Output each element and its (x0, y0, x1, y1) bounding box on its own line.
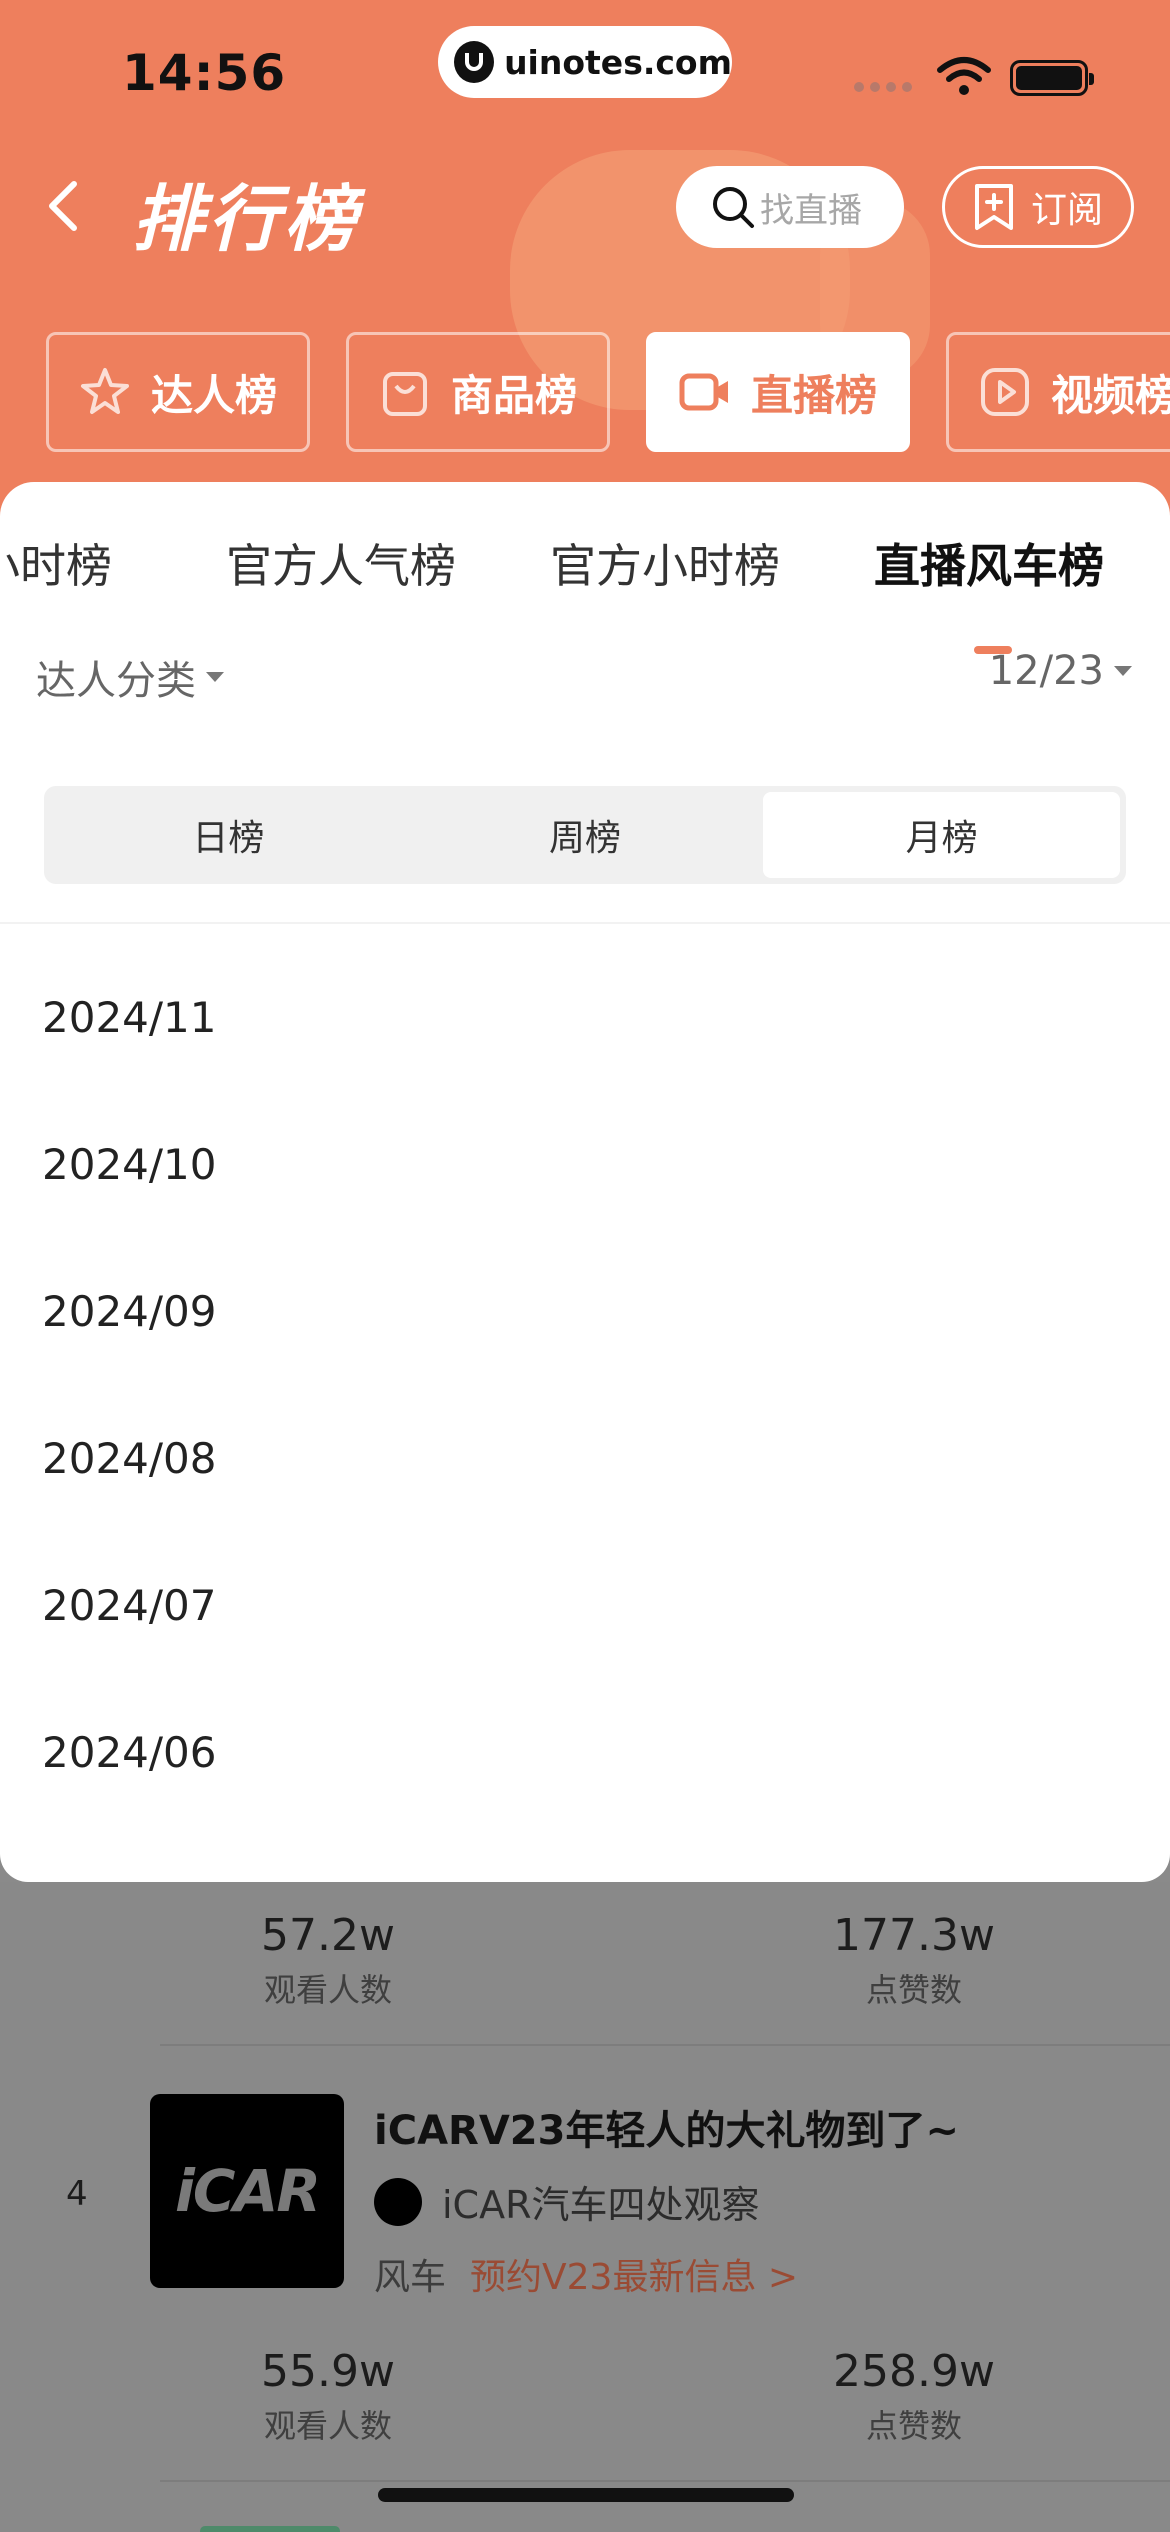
subtab-live-windmill[interactable]: 直播风车榜 (874, 530, 1104, 596)
subtab-official-popularity[interactable]: 官方人气榜 (226, 530, 456, 596)
tab-label: 视频榜 (1051, 370, 1170, 420)
month-option[interactable]: 2024/08 (0, 1385, 1170, 1532)
wifi-icon (937, 57, 991, 95)
rank-number: 4 (66, 2174, 88, 2214)
tab-products[interactable]: 商品榜 (346, 332, 610, 452)
date-picker-sheet: 小时榜 官方人气榜 官方小时榜 直播风车榜 达人分类 12/23 日榜 周榜 月… (0, 482, 1170, 1882)
live-meta: 风车 预约V23最新信息 > (374, 2248, 798, 2300)
subtab-official-hourly[interactable]: 官方小时榜 (550, 530, 780, 596)
segment-weekly[interactable]: 周榜 (407, 792, 764, 878)
month-option[interactable]: 2024/06 (0, 1679, 1170, 1826)
tab-talent[interactable]: 达人榜 (46, 332, 310, 452)
likes-stat: 258.9w 点赞数 (764, 2346, 1064, 2447)
stat-label: 观看人数 (263, 2407, 392, 2445)
author-name: iCAR汽车四处观察 (442, 2183, 760, 2227)
search-live-button[interactable]: 找直播 (676, 166, 904, 248)
subscribe-label: 订阅 (1031, 190, 1104, 231)
row-divider (160, 2044, 1170, 2046)
month-list: 2024/11 2024/10 2024/09 2024/08 2024/07 … (0, 944, 1170, 1826)
period-segmented-control: 日榜 周榜 月榜 (44, 786, 1126, 884)
subtab-hourly[interactable]: 小时榜 (0, 530, 112, 596)
caret-down-icon (1114, 666, 1132, 676)
site-name: uinotes.com (504, 42, 732, 82)
status-time: 14:56 (122, 44, 287, 102)
live-title[interactable]: iCARV23年轻人的大礼物到了~ (374, 2098, 959, 2156)
home-indicator[interactable] (378, 2488, 794, 2502)
battery-icon (1010, 60, 1094, 96)
play-icon (981, 368, 1029, 416)
month-option[interactable]: 2024/10 (0, 1091, 1170, 1238)
author-avatar (374, 2177, 422, 2226)
back-arrow-icon[interactable] (40, 176, 90, 236)
date-filter-label: 12/23 (988, 648, 1104, 694)
tab-video[interactable]: 视频榜 (946, 332, 1170, 452)
category-filter-label: 达人分类 (36, 658, 196, 704)
category-tag: 风车 (374, 2257, 447, 2298)
author-row[interactable]: iCAR汽车四处观察 (374, 2174, 760, 2229)
video-camera-icon (679, 373, 728, 411)
promo-link[interactable]: 预约V23最新信息 > (470, 2257, 798, 2298)
category-filter[interactable]: 达人分类 (36, 648, 224, 706)
shopping-bag-icon (383, 372, 427, 416)
divider (0, 922, 1170, 924)
month-option[interactable]: 2024/07 (0, 1532, 1170, 1679)
tab-label: 直播榜 (751, 370, 878, 420)
viewers-stat: 55.9w 观看人数 (178, 2346, 478, 2447)
live-thumbnail[interactable]: iCAR (150, 2094, 344, 2288)
stat-value: 258.9w (833, 2346, 995, 2397)
date-filter[interactable]: 12/23 (989, 648, 1132, 694)
next-row-peek (200, 2526, 340, 2532)
tab-label: 商品榜 (451, 370, 578, 420)
month-option[interactable]: 2024/11 (0, 944, 1170, 1091)
header: 14:56 uinotes.com 排行榜 找直播 订阅 达人榜 商品榜 直播榜… (0, 0, 1170, 520)
search-placeholder: 找直播 (760, 190, 862, 231)
main-tabs: 达人榜 商品榜 直播榜 视频榜 (0, 332, 1170, 452)
stat-value: 55.9w (261, 2346, 395, 2397)
subscribe-button[interactable]: 订阅 (942, 166, 1134, 248)
stat-value: 57.2w (261, 1910, 395, 1961)
caret-down-icon (206, 672, 224, 682)
tab-label: 达人榜 (151, 370, 278, 420)
ranking-page: 14:56 uinotes.com 排行榜 找直播 订阅 达人榜 商品榜 直播榜… (0, 0, 1170, 2532)
stat-value: 177.3w (833, 1910, 995, 1961)
row-divider (160, 2480, 1170, 2482)
stat-label: 观看人数 (263, 1971, 392, 2009)
star-icon (81, 368, 129, 414)
stat-label: 点赞数 (865, 1971, 962, 2009)
site-logo-icon (454, 41, 495, 83)
site-pill: uinotes.com (438, 26, 732, 98)
prev-likes-stat: 177.3w 点赞数 (764, 1910, 1064, 2011)
tab-live[interactable]: 直播榜 (646, 332, 910, 452)
segment-daily[interactable]: 日榜 (50, 792, 407, 878)
segment-monthly[interactable]: 月榜 (763, 792, 1121, 878)
month-option[interactable]: 2024/09 (0, 1238, 1170, 1385)
bookmark-plus-icon (975, 184, 1013, 230)
page-title: 排行榜 (132, 177, 361, 261)
stat-label: 点赞数 (865, 2407, 962, 2445)
prev-viewers-stat: 57.2w 观看人数 (178, 1910, 478, 2011)
search-icon (713, 187, 754, 228)
signal-icon (854, 82, 912, 92)
status-bar: 14:56 uinotes.com (0, 0, 1170, 140)
sub-tabs: 小时榜 官方人气榜 官方小时榜 直播风车榜 (0, 530, 1170, 654)
